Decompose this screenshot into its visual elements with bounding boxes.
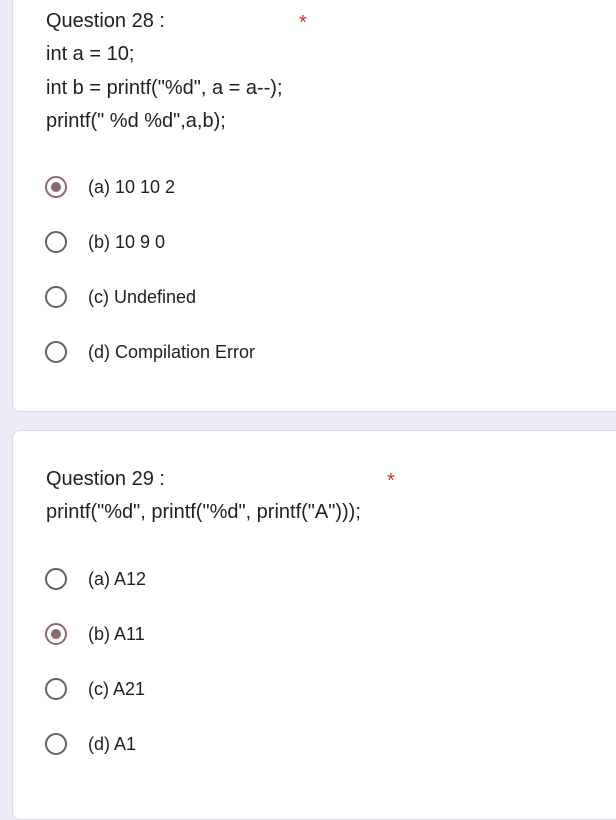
question-code-line: int b = printf("%d", a = a--);: [46, 77, 283, 99]
option-a[interactable]: (a) A12: [45, 564, 146, 594]
question-code-line: printf("%d", printf("%d", printf("A")));: [46, 501, 361, 523]
required-asterisk: *: [299, 12, 307, 34]
radio-dot-icon: [51, 182, 61, 192]
option-d[interactable]: (d) Compilation Error: [45, 337, 255, 367]
option-b[interactable]: (b) 10 9 0: [45, 227, 165, 257]
question-card-29: Question 29 : * printf("%d", printf("%d"…: [12, 430, 616, 820]
question-code-line: int a = 10;: [46, 43, 135, 65]
option-label: (c) Undefined: [88, 287, 197, 307]
radio-dot-icon: [51, 629, 61, 639]
question-code-line: printf(" %d %d",a,b);: [46, 110, 226, 132]
option-label: (a) A12: [88, 569, 147, 589]
radio-unselected-icon[interactable]: [45, 286, 67, 308]
radio-unselected-icon[interactable]: [45, 231, 67, 253]
question-title: Question 29 :: [46, 468, 165, 490]
option-d[interactable]: (d) A1: [45, 729, 136, 759]
radio-selected-icon[interactable]: [45, 623, 67, 645]
option-label: (c) A21: [88, 679, 146, 699]
option-label: (b) 10 9 0: [88, 232, 166, 252]
radio-unselected-icon[interactable]: [45, 678, 67, 700]
option-label: (d) A1: [88, 734, 137, 754]
radio-unselected-icon[interactable]: [45, 341, 67, 363]
radio-selected-icon[interactable]: [45, 176, 67, 198]
option-c[interactable]: (c) Undefined: [45, 282, 196, 312]
question-title: Question 28 :: [46, 10, 165, 32]
required-asterisk: *: [387, 470, 395, 492]
option-c[interactable]: (c) A21: [45, 674, 145, 704]
option-b[interactable]: (b) A11: [45, 619, 145, 649]
option-label: (b) A11: [88, 624, 145, 644]
radio-unselected-icon[interactable]: [45, 733, 67, 755]
option-label: (a) 10 10 2: [88, 177, 176, 197]
question-card-28: Question 28 : * int a = 10; int b = prin…: [12, 0, 616, 412]
radio-unselected-icon[interactable]: [45, 568, 67, 590]
option-label: (d) Compilation Error: [88, 342, 256, 362]
option-a[interactable]: (a) 10 10 2: [45, 172, 175, 202]
